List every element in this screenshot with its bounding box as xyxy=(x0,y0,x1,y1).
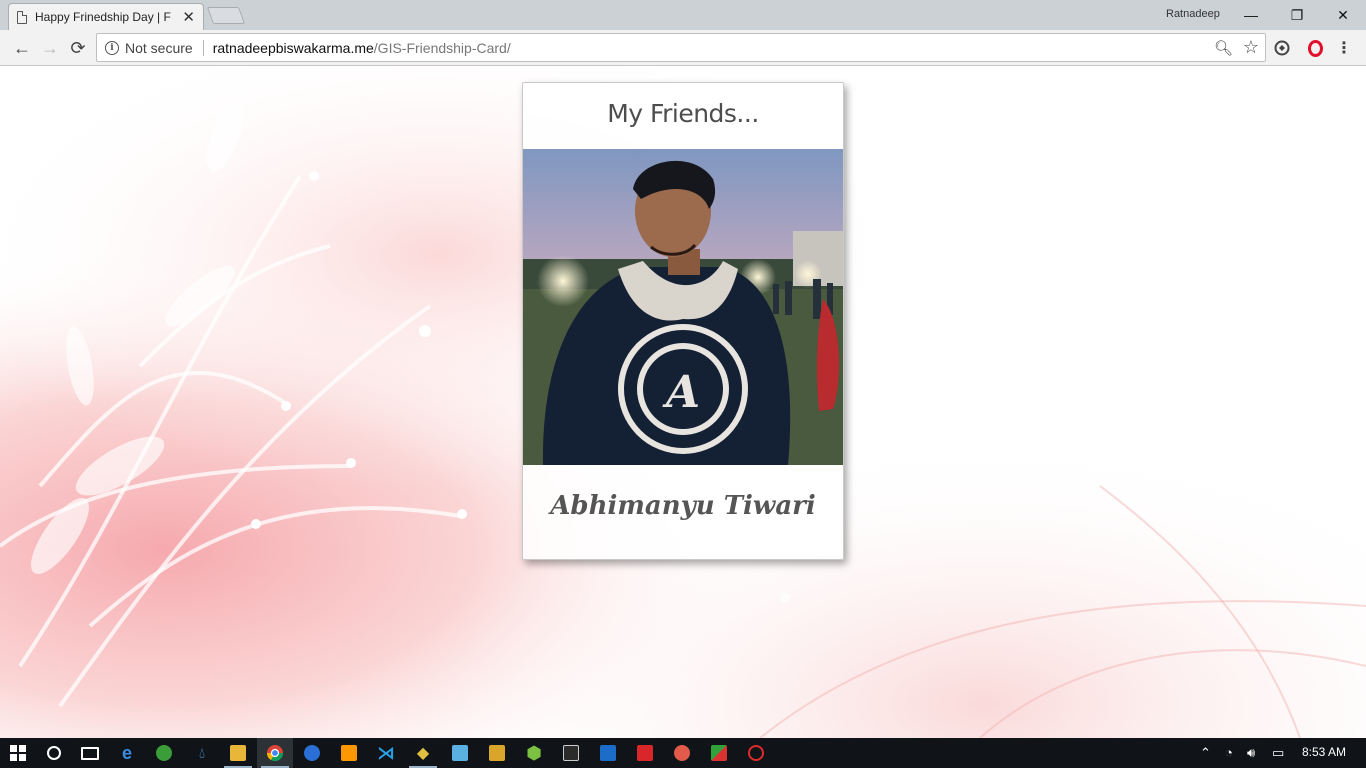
zoom-icon[interactable]: 🔍︎ xyxy=(1214,39,1233,57)
info-icon[interactable]: i xyxy=(105,40,119,55)
acrobat-icon[interactable] xyxy=(627,738,663,768)
page-viewport: My Friends... A Abhimanyu Tiwari xyxy=(0,66,1366,738)
chrome-icon[interactable] xyxy=(257,738,293,768)
app-folder-icon[interactable] xyxy=(479,738,515,768)
browser-toolbar: ← → ⟳ i Not secure ratnadeepbiswakarma.m… xyxy=(0,30,1366,66)
drop-icon[interactable]: 💧︎ xyxy=(184,738,220,768)
file-explorer-icon[interactable] xyxy=(220,738,256,768)
app-hex-icon[interactable]: ⬢ xyxy=(516,738,552,768)
notification-icon[interactable]: ▭ xyxy=(1272,745,1284,761)
taskbar: e 💧︎ ⋊ ◆ ⬢ ⌃ ◔ 🔊︎ ▭ 8:53 AM xyxy=(0,738,1366,768)
tab-close-icon[interactable]: ✕ xyxy=(182,8,195,26)
tray-chevron-icon[interactable]: ⌃ xyxy=(1200,745,1211,761)
app-monitor-icon[interactable] xyxy=(442,738,478,768)
sublime-icon[interactable] xyxy=(331,738,367,768)
friend-photo: A xyxy=(523,149,843,465)
bookmark-star-icon[interactable]: ☆ xyxy=(1243,37,1259,58)
back-button[interactable]: ← xyxy=(10,37,34,59)
maximize-button[interactable]: ❐ xyxy=(1274,0,1320,30)
card-heading: My Friends... xyxy=(607,99,759,128)
friendship-card: My Friends... A Abhimanyu Tiwari xyxy=(522,82,844,560)
profile-name[interactable]: Ratnadeep xyxy=(1166,8,1220,20)
svg-text:A: A xyxy=(662,367,700,418)
browser-menu-icon[interactable]: ⋮ xyxy=(1334,38,1354,58)
firefox-icon[interactable] xyxy=(294,738,330,768)
minimize-button[interactable]: — xyxy=(1228,0,1274,30)
app-paint-icon[interactable] xyxy=(664,738,700,768)
reload-button[interactable]: ⟳ xyxy=(66,37,90,59)
wifi-icon[interactable]: ◔ xyxy=(1225,745,1233,760)
task-view-icon[interactable] xyxy=(72,738,108,768)
opera-extension-icon[interactable] xyxy=(1305,38,1325,58)
url-host[interactable]: ratnadeepbiswakarma.me xyxy=(213,40,374,56)
new-tab-button[interactable] xyxy=(206,7,246,24)
app-cross-icon[interactable] xyxy=(701,738,737,768)
tab-title: Happy Frinedship Day | F xyxy=(35,10,171,24)
address-bar[interactable]: i Not secure ratnadeepbiswakarma.me /GIS… xyxy=(96,33,1266,62)
separator xyxy=(202,39,204,56)
close-window-button[interactable]: ✕ xyxy=(1320,0,1366,30)
friend-name: Abhimanyu Tiwari xyxy=(550,491,816,521)
volume-icon[interactable]: 🔊︎ xyxy=(1247,745,1255,761)
cortana-icon[interactable] xyxy=(36,738,72,768)
git-icon[interactable]: ◆ xyxy=(405,738,441,768)
app-blue-icon[interactable] xyxy=(590,738,626,768)
app-red-icon[interactable] xyxy=(738,738,774,768)
start-icon[interactable] xyxy=(0,738,36,768)
security-label[interactable]: Not secure xyxy=(125,40,193,56)
terminal-icon[interactable] xyxy=(553,738,589,768)
edge-icon[interactable]: e xyxy=(109,738,145,768)
url-path[interactable]: /GIS-Friendship-Card/ xyxy=(374,40,511,56)
page-icon xyxy=(17,10,27,24)
forward-button[interactable]: → xyxy=(38,37,62,59)
app-green-icon[interactable] xyxy=(146,738,182,768)
tab-strip: Happy Frinedship Day | F ✕ Ratnadeep — ❐… xyxy=(0,0,1366,30)
taskbar-clock[interactable]: 8:53 AM xyxy=(1302,745,1346,759)
vscode-icon[interactable]: ⋊ xyxy=(368,738,404,768)
sync-extension-icon[interactable] xyxy=(1272,38,1292,58)
browser-tab[interactable]: Happy Frinedship Day | F ✕ xyxy=(8,3,204,30)
